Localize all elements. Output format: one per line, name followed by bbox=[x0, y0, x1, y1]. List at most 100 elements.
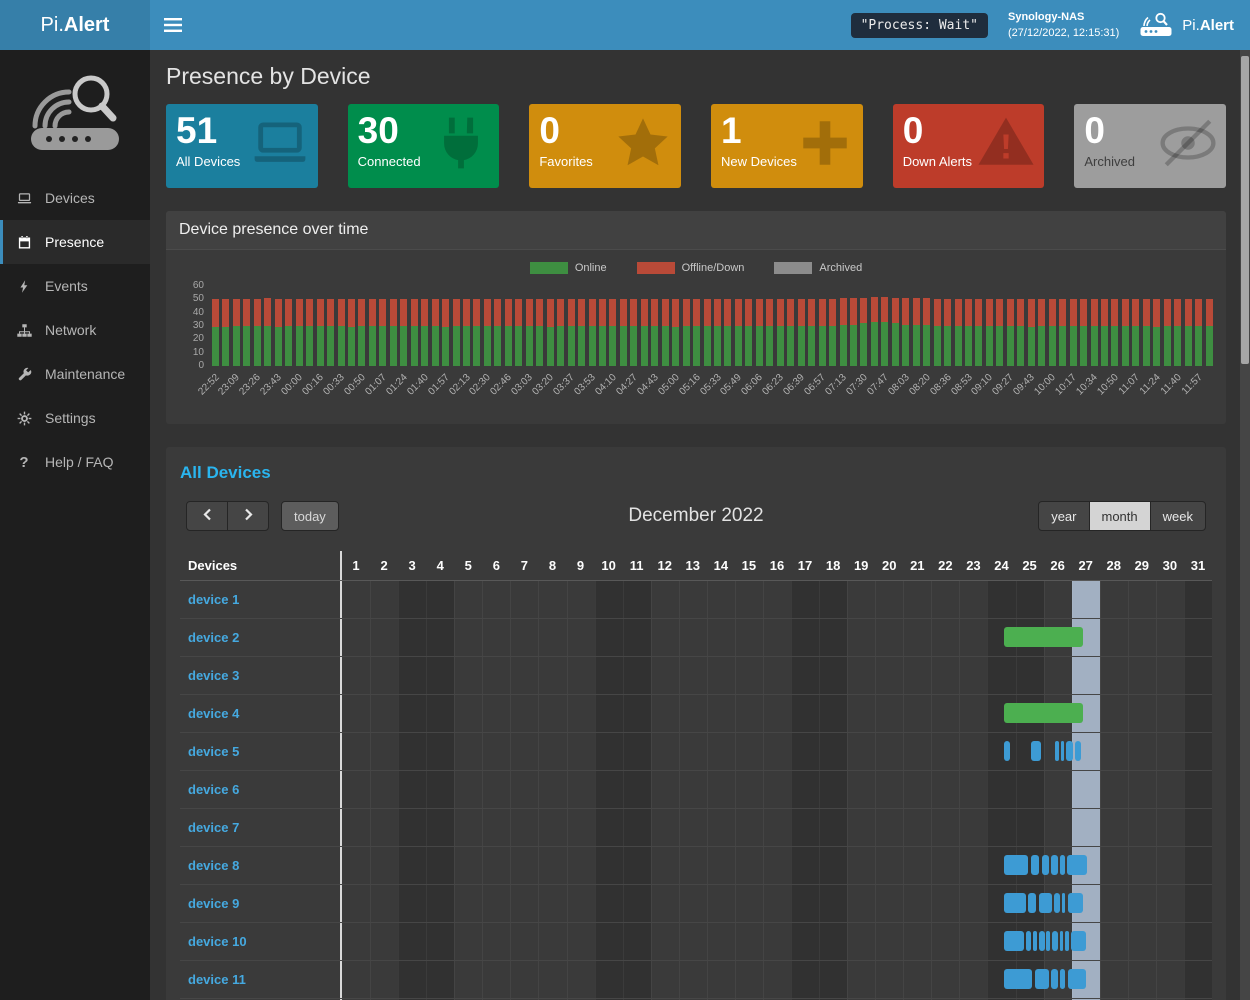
sidebar-menu: DevicesPresenceEvents Network MaintenanceS… bbox=[0, 176, 150, 484]
navbar-app-text-2: Alert bbox=[1200, 17, 1234, 34]
presence-event[interactable] bbox=[1004, 969, 1032, 989]
summary-box-all-devices[interactable]: 51All Devices bbox=[166, 104, 318, 188]
device-row: device 5 bbox=[180, 733, 1212, 771]
chart-bar bbox=[547, 299, 554, 366]
navbar-app-link[interactable]: Pi.Alert bbox=[1139, 12, 1234, 38]
page-scrollbar-track bbox=[1240, 50, 1250, 1000]
sidebar-item-settings[interactable]: Settings bbox=[0, 396, 150, 440]
chart-bar bbox=[327, 299, 334, 366]
device-link[interactable]: device 10 bbox=[188, 934, 247, 949]
presence-event[interactable] bbox=[1035, 969, 1048, 989]
presence-event[interactable] bbox=[1004, 703, 1083, 723]
calendar-day-cell bbox=[987, 733, 1015, 770]
presence-event[interactable] bbox=[1004, 931, 1024, 951]
sidebar-item-events[interactable]: Events bbox=[0, 264, 150, 308]
calendar-day-cell bbox=[1156, 695, 1184, 732]
sidebar-item-maintenance[interactable]: Maintenance bbox=[0, 352, 150, 396]
presence-event[interactable] bbox=[1004, 741, 1010, 761]
presence-event[interactable] bbox=[1046, 931, 1050, 951]
legend-label: Archived bbox=[819, 262, 862, 274]
sidebar-toggle-button[interactable] bbox=[150, 0, 196, 50]
presence-event[interactable] bbox=[1075, 741, 1081, 761]
chart-bar bbox=[390, 299, 397, 366]
summary-box-archived[interactable]: 0Archived bbox=[1074, 104, 1226, 188]
sidebar-item-label: Network bbox=[45, 322, 96, 338]
calendar-day-cell bbox=[510, 809, 538, 846]
device-link[interactable]: device 7 bbox=[188, 820, 239, 835]
calendar-day-cell bbox=[1156, 885, 1184, 922]
calendar-view-year-button[interactable]: year bbox=[1038, 501, 1089, 531]
presence-event[interactable] bbox=[1067, 855, 1087, 875]
presence-event[interactable] bbox=[1051, 855, 1058, 875]
brand-logo[interactable]: Pi.Alert bbox=[0, 0, 150, 50]
calendar-day-cell bbox=[370, 695, 398, 732]
sidebar-item-network[interactable]: Network bbox=[0, 308, 150, 352]
chart-bar bbox=[1143, 299, 1150, 366]
summary-box-new-devices[interactable]: 1New Devices bbox=[711, 104, 863, 188]
device-link[interactable]: device 4 bbox=[188, 706, 239, 721]
presence-event[interactable] bbox=[1004, 893, 1026, 913]
presence-event[interactable] bbox=[1039, 893, 1052, 913]
presence-event[interactable] bbox=[1065, 931, 1069, 951]
calendar-toolbar: today December 2022 yearmonthweek bbox=[182, 501, 1210, 531]
chart-bar bbox=[840, 298, 847, 366]
presence-event[interactable] bbox=[1004, 855, 1028, 875]
calendar-view-month-button[interactable]: month bbox=[1089, 501, 1151, 531]
device-link[interactable]: device 2 bbox=[188, 630, 239, 645]
presence-event[interactable] bbox=[1051, 969, 1059, 989]
device-link[interactable]: device 1 bbox=[188, 592, 239, 607]
summary-box-favorites[interactable]: 0Favorites bbox=[529, 104, 681, 188]
process-status-badge: "Process: Wait" bbox=[851, 13, 988, 38]
presence-event[interactable] bbox=[1031, 855, 1039, 875]
summary-box-connected[interactable]: 30Connected bbox=[348, 104, 500, 188]
presence-event[interactable] bbox=[1068, 893, 1084, 913]
page-scrollbar-thumb[interactable] bbox=[1241, 56, 1249, 364]
presence-event[interactable] bbox=[1052, 931, 1058, 951]
presence-event[interactable] bbox=[1033, 931, 1037, 951]
presence-event[interactable] bbox=[1039, 931, 1045, 951]
calendar-day-cell bbox=[538, 847, 566, 884]
chart-bar bbox=[578, 299, 585, 366]
calendar-day-cell bbox=[1184, 847, 1212, 884]
chart-bar bbox=[222, 299, 229, 366]
summary-boxes: 51All Devices 30Connected 0Favorites 1New D… bbox=[166, 104, 1226, 188]
presence-event[interactable] bbox=[1060, 855, 1064, 875]
calendar-header-row: Devices 12345678910111213141516171819202… bbox=[180, 551, 1212, 581]
calendar-day-cell bbox=[959, 733, 987, 770]
presence-event[interactable] bbox=[1060, 969, 1065, 989]
presence-event[interactable] bbox=[1031, 741, 1041, 761]
sidebar-item-presence[interactable]: Presence bbox=[0, 220, 150, 264]
device-link[interactable]: device 8 bbox=[188, 858, 239, 873]
sidebar-item-devices[interactable]: Devices bbox=[0, 176, 150, 220]
chart-bar bbox=[975, 299, 982, 366]
calendar-day-cell bbox=[454, 581, 482, 618]
presence-event[interactable] bbox=[1054, 893, 1060, 913]
device-link[interactable]: device 11 bbox=[188, 972, 246, 987]
calendar-day-cell bbox=[538, 961, 566, 998]
presence-event[interactable] bbox=[1071, 931, 1086, 951]
presence-event[interactable] bbox=[1061, 741, 1064, 761]
device-link[interactable]: device 5 bbox=[188, 744, 239, 759]
presence-event[interactable] bbox=[1026, 931, 1031, 951]
calendar-day-cell bbox=[623, 809, 651, 846]
presence-event[interactable] bbox=[1066, 741, 1074, 761]
sidebar-item-help-faq[interactable]: ?Help / FAQ bbox=[0, 440, 150, 484]
calendar-day-cell bbox=[482, 733, 510, 770]
calendar-view-week-button[interactable]: week bbox=[1150, 501, 1206, 531]
presence-event[interactable] bbox=[1042, 855, 1049, 875]
device-link[interactable]: device 3 bbox=[188, 668, 239, 683]
presence-event[interactable] bbox=[1028, 893, 1036, 913]
presence-event[interactable] bbox=[1060, 931, 1064, 951]
presence-event[interactable] bbox=[1068, 969, 1086, 989]
presence-event[interactable] bbox=[1062, 893, 1066, 913]
device-link[interactable]: device 6 bbox=[188, 782, 239, 797]
calendar-day-cell bbox=[398, 619, 426, 656]
calendar-day-cell bbox=[1184, 619, 1212, 656]
day-header-22: 22 bbox=[931, 551, 959, 580]
calendar-day-cell bbox=[1100, 771, 1128, 808]
device-link[interactable]: device 9 bbox=[188, 896, 239, 911]
calendar-day-cell bbox=[959, 771, 987, 808]
presence-event[interactable] bbox=[1004, 627, 1083, 647]
summary-box-down-alerts[interactable]: 0Down Alerts bbox=[893, 104, 1045, 188]
presence-event[interactable] bbox=[1055, 741, 1059, 761]
